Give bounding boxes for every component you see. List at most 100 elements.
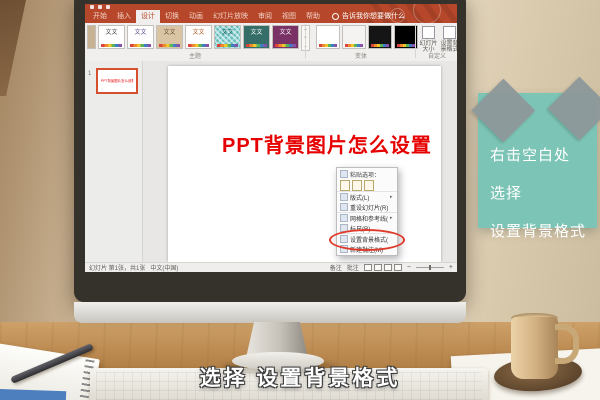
quick-access-toolbar [90, 5, 110, 9]
menu-item-icon [340, 170, 348, 178]
zoom-in-button[interactable]: + [449, 264, 453, 272]
context-menu-item[interactable]: 粘贴选项： [337, 169, 397, 179]
paste-option-icon[interactable] [364, 179, 374, 191]
context-menu-item[interactable]: 版式(L) ▸ [337, 191, 397, 202]
qat-icon[interactable] [106, 5, 110, 9]
ribbon-tab[interactable]: 幻灯片放映 [208, 10, 253, 23]
ribbon-divider [415, 24, 416, 58]
ribbon-tab[interactable]: 帮助 [301, 10, 325, 23]
theme-thumbnail-label: 文文 [250, 30, 263, 36]
submenu-arrow-icon: ▸ [390, 194, 393, 200]
theme-thumbnail[interactable]: 文文 [185, 25, 212, 49]
menu-item-icon [340, 245, 348, 253]
zoom-out-button[interactable]: − [407, 264, 411, 272]
tell-me-box[interactable]: 告诉我你想要做什么 [325, 10, 405, 23]
slide-number: 1 [88, 71, 92, 77]
context-menu-item[interactable] [337, 179, 397, 191]
ribbon-button[interactable]: 设置背景格式 [440, 25, 457, 53]
slide-thumbnail[interactable]: PPT背景图片怎么设置 [96, 68, 138, 94]
slide-count-status: 幻灯片 第1张，共1张 [89, 266, 146, 272]
context-menu-item[interactable]: 网格和参考线(I) ▸ [337, 212, 397, 223]
variant-thumbnail[interactable] [368, 25, 392, 49]
group-label-customize: 自定义 [427, 54, 446, 60]
customize-group: 幻灯片大小 设置背景格式 [419, 25, 457, 53]
view-mode-icon[interactable] [383, 264, 392, 271]
video-caption: 选择 设置背景格式 [199, 367, 401, 390]
context-menu-item[interactable]: 设置背景格式(B)... [329, 229, 405, 251]
ribbon-button-icon [443, 26, 456, 39]
ribbon-button[interactable]: 幻灯片大小 [419, 25, 438, 53]
tell-me-label: 告诉我你想要做什么 [342, 13, 405, 20]
qat-icon[interactable] [90, 5, 94, 9]
context-menu-item[interactable]: 重设幻灯片(R) [337, 202, 397, 212]
context-menu-item[interactable]: 新建批注(M) [337, 244, 397, 254]
ribbon-tab[interactable]: 开始 [88, 10, 112, 23]
theme-thumbnail-label: 文文 [134, 30, 147, 36]
lightbulb-icon [332, 13, 339, 20]
menu-item-icon [340, 193, 348, 201]
ribbon-tabs: 开始 插入 设计 切换 动画 幻灯片放映 审阅 视图 帮助 告诉我你想要做什么 [88, 10, 405, 23]
design-ribbon: 文文 文文 文文 文文 文文 文文 文文 幻灯片大小 设置背景格式 主题 变体 … [85, 23, 457, 62]
slide-thumbnail-panel: 1 PPT背景图片怎么设置 [85, 61, 143, 262]
title-ribbon-bar: 开始 插入 设计 切换 动画 幻灯片放映 审阅 视图 帮助 告诉我你想要做什么 [85, 4, 457, 23]
ribbon-tab[interactable]: 切换 [160, 10, 184, 23]
sticky-note-line: 设置背景格式 [490, 223, 587, 240]
menu-item-label: 网格和参考线(I) [350, 216, 388, 223]
view-mode-icon[interactable] [393, 264, 402, 271]
slide-title-text[interactable]: PPT背景图片怎么设置 [222, 129, 432, 158]
qat-icon[interactable] [98, 5, 102, 9]
context-menu: 粘贴选项： 版式(L) ▸ 重设幻灯片(R) 网格和参考线(I) ▸ 标尺(R)… [329, 167, 405, 256]
slide-thumbnail-title: PPT背景图片怎么设置 [100, 78, 134, 83]
group-label-variants: 变体 [354, 54, 367, 60]
ribbon-tab[interactable]: 动画 [184, 10, 208, 23]
theme-thumbnail-label: 文文 [221, 30, 234, 36]
monitor-chin [74, 302, 466, 323]
status-bar: 幻灯片 第1张，共1张 中文(中国) 备注 批注 − + [85, 262, 457, 272]
view-mode-icon[interactable] [373, 264, 382, 271]
ribbon-button-icon [422, 26, 435, 39]
notes-button[interactable]: 备注 [330, 263, 342, 272]
theme-thumbnail[interactable]: 文文 [98, 25, 125, 49]
zoom-slider-thumb[interactable] [428, 265, 431, 270]
theme-thumbnail[interactable]: 文文 [243, 25, 270, 49]
zoom-slider[interactable] [415, 265, 444, 270]
menu-item-label: 设置背景格式(B)... [350, 237, 388, 244]
menu-item-label: 新建批注(M) [350, 247, 383, 254]
slide[interactable]: PPT背景图片怎么设置 [168, 66, 441, 262]
ribbon-tab[interactable]: 审阅 [253, 10, 277, 23]
ribbon-divider [305, 24, 306, 58]
sticky-note-line: 选择 [490, 185, 523, 202]
ribbon-tab[interactable]: 视图 [277, 10, 301, 23]
sticky-note-line: 右击空白处 [490, 147, 571, 164]
editor-workspace: 1 PPT背景图片怎么设置 PPT背景图片怎么设置 粘贴选项： 版式(L) ▸ … [85, 61, 457, 262]
theme-thumbnail[interactable]: 文文 [156, 25, 183, 49]
menu-item-label: 版式(L) [350, 195, 370, 202]
theme-thumbnail-label: 文文 [279, 30, 292, 36]
menu-item-icon [340, 224, 348, 232]
ribbon-tab[interactable]: 插入 [112, 10, 136, 23]
paste-option-icon[interactable] [340, 179, 350, 191]
theme-thumbnail[interactable]: 文文 [214, 25, 241, 49]
menu-item-icon [340, 214, 348, 222]
comments-button[interactable]: 批注 [347, 263, 359, 272]
theme-thumbnail[interactable]: 文文 [272, 25, 299, 49]
theme-thumbnail[interactable] [87, 25, 96, 49]
theme-thumbnail[interactable]: 文文 [127, 25, 154, 49]
theme-thumbnail-label: 文文 [192, 30, 205, 36]
menu-item-label: 标尺(R) [350, 226, 371, 233]
ribbon-tab[interactable]: 设计 [136, 10, 160, 23]
menu-item-icon [340, 203, 348, 211]
powerpoint-window: 开始插入设计切换动画幻灯片放映审阅视图帮助 告诉我你想要做什么 [85, 4, 457, 272]
theme-thumbnail-label: 文文 [105, 30, 118, 36]
variant-thumbnail[interactable] [342, 25, 366, 49]
menu-item-label: 重设幻灯片(R) [350, 205, 388, 212]
view-mode-icon[interactable] [363, 264, 372, 271]
paste-option-icon[interactable] [352, 179, 362, 191]
language-status[interactable]: 中文(中国) [150, 263, 178, 272]
mug-handle [555, 324, 579, 364]
theme-thumbnail-label: 文文 [163, 30, 176, 36]
slide-canvas[interactable]: PPT背景图片怎么设置 [142, 61, 457, 262]
context-menu-item[interactable]: 标尺(R) [337, 223, 397, 233]
variant-thumbnail[interactable] [316, 25, 340, 49]
group-label-themes: 主题 [188, 54, 201, 60]
